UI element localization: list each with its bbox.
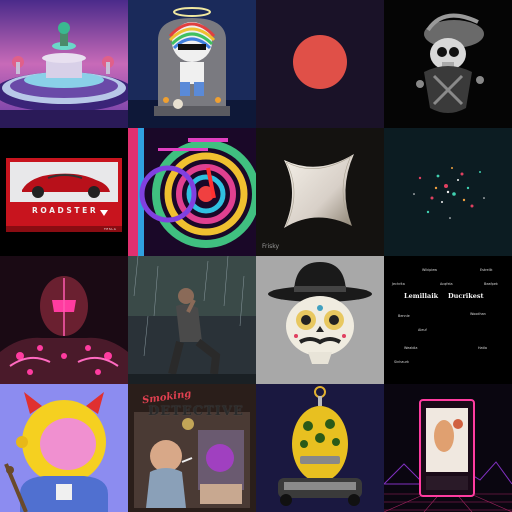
- tile-rain-person[interactable]: [128, 256, 256, 384]
- tile-neon-glitch-spiral[interactable]: [128, 128, 256, 256]
- scatter-word: Jechrita: [392, 282, 405, 286]
- tile-warped-star[interactable]: Frisky: [256, 128, 384, 256]
- warped-star-image: [256, 128, 384, 256]
- scatter-word: Estrelik: [480, 268, 493, 272]
- scatter-word: Bennle: [398, 314, 410, 318]
- scatter-word: Weablia: [404, 346, 418, 350]
- neon-card-image: [384, 384, 512, 512]
- skull-figure-image: [384, 0, 512, 128]
- scatter-word: Acqfela: [440, 282, 453, 286]
- roadster-box-image: [0, 128, 128, 256]
- tesla-brand-text: TESLA: [104, 227, 117, 231]
- scatter-word: Beafpek: [484, 282, 498, 286]
- tile-word-scatter[interactable]: Wikipiew Estrelik Jechrita Acqfela Beafp…: [384, 256, 512, 384]
- sugar-skull-image: [256, 256, 384, 384]
- horned-astronaut-image: [0, 384, 128, 512]
- red-circle-image: [256, 0, 384, 128]
- fountain-scene-image: [0, 0, 128, 128]
- tile-neon-card-frame[interactable]: [384, 384, 512, 512]
- scatter-word: Woodhan: [470, 312, 486, 316]
- rain-person-image: [128, 256, 256, 384]
- tile-rainbow-hair-tombstone[interactable]: [128, 0, 256, 128]
- scatter-word: Wikipiew: [422, 268, 438, 272]
- tile-neon-armor-robot[interactable]: [0, 256, 128, 384]
- detective-caption: DETECTIVE: [148, 404, 244, 419]
- tile-skull-figure[interactable]: [384, 0, 512, 128]
- tile-yellow-robot-car[interactable]: [256, 384, 384, 512]
- scatter-word-large: Ducrikest: [448, 292, 484, 300]
- nft-gallery-grid: ROADSTER TESLA Frisky Wikipiew Estrelik …: [0, 0, 512, 512]
- tile-sugar-skull-hat[interactable]: [256, 256, 384, 384]
- neon-robot-image: [0, 256, 128, 384]
- particle-burst-image: [384, 128, 512, 256]
- yellow-robot-image: [256, 384, 384, 512]
- scatter-word: Aleuf: [418, 328, 427, 332]
- tile-red-roadster-box[interactable]: ROADSTER TESLA: [0, 128, 128, 256]
- tile-smoking-detective[interactable]: Smoking DETECTIVE: [128, 384, 256, 512]
- scatter-word-large: Lemillaik: [404, 292, 439, 300]
- tombstone-character-image: [128, 0, 256, 128]
- scatter-word: Hatla: [478, 346, 487, 350]
- tile-particle-burst[interactable]: [384, 128, 512, 256]
- tile-red-circle[interactable]: [256, 0, 384, 128]
- frisky-caption: Frisky: [262, 243, 280, 250]
- glitch-spiral-image: [128, 128, 256, 256]
- tile-horned-astronaut[interactable]: [0, 384, 128, 512]
- scatter-word: Sinhaurk: [394, 360, 409, 364]
- roadster-caption: ROADSTER: [32, 206, 99, 215]
- word-scatter-list: Wikipiew Estrelik Jechrita Acqfela Beafp…: [384, 256, 512, 384]
- tile-fountain-scene[interactable]: [0, 0, 128, 128]
